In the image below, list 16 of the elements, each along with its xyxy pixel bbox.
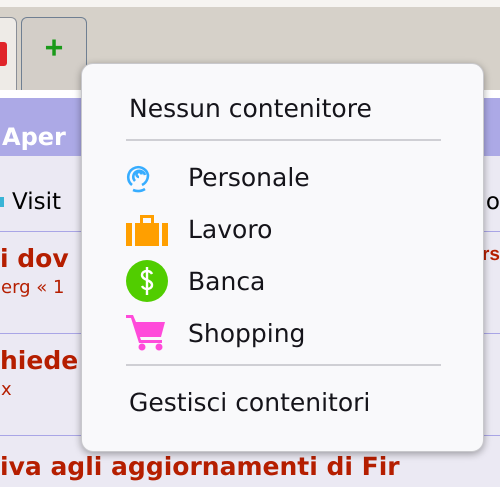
menu-item[interactable]: Gestisci contenitori: [129, 388, 370, 416]
topic-meta: erg « 1: [0, 277, 64, 298]
tab-icon[interactable]: [0, 42, 8, 66]
menu-item[interactable]: Personale: [126, 151, 483, 203]
page-icon: [0, 194, 6, 208]
topic-link[interactable]: i dov: [0, 244, 69, 273]
page-text: o: [486, 188, 500, 214]
topic-link[interactable]: hiede: [0, 346, 78, 375]
topic-link[interactable]: iva agli aggiornamenti di Fir: [0, 452, 400, 481]
menu-item[interactable]: Banca: [126, 255, 483, 307]
header-title: Aper: [2, 123, 66, 151]
menu-item[interactable]: Nessun contenitore: [129, 94, 372, 122]
topic-meta: x: [0, 379, 12, 400]
menu-item[interactable]: Lavoro: [126, 203, 483, 255]
menu-item[interactable]: Shopping: [126, 307, 483, 359]
page-text: Visit: [12, 188, 62, 214]
